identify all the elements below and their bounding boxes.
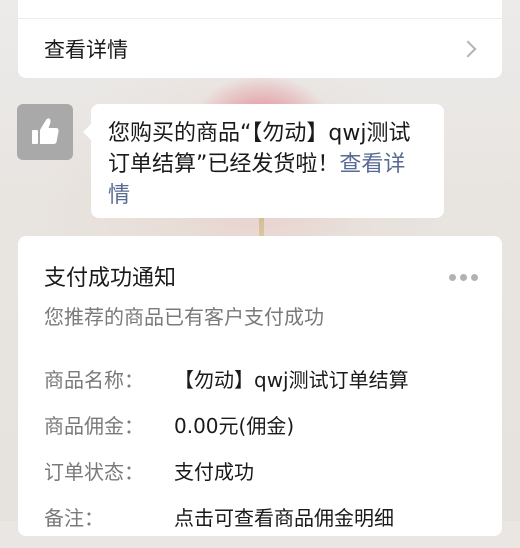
field-value: 0.00元(佣金) [174, 414, 295, 438]
dot [471, 274, 478, 281]
field-product-name: 商品名称： 【勿动】qwj测试订单结算 [44, 364, 409, 410]
notification-subtitle: 您推荐的商品已有客户支付成功 [44, 305, 324, 329]
previous-message-card: 查看详情 [18, 0, 502, 78]
field-commission: 商品佣金： 0.00元(佣金) [44, 410, 409, 456]
sender-avatar[interactable] [17, 104, 73, 160]
field-label: 备注： [44, 506, 104, 530]
view-details-row[interactable]: 查看详情 [18, 19, 502, 78]
field-order-status: 订单状态： 支付成功 [44, 456, 409, 502]
field-value: 支付成功 [174, 460, 254, 484]
field-label: 商品佣金： [44, 414, 144, 438]
more-dots-icon[interactable] [449, 274, 478, 281]
payment-notification-card[interactable]: 支付成功通知 您推荐的商品已有客户支付成功 商品名称： 【勿动】qwj测试订单结… [18, 236, 502, 536]
notification-title: 支付成功通知 [44, 266, 177, 291]
message-bubble[interactable]: 您购买的商品“【勿动】qwj测试订单结算”已经发货啦！查看详情 [83, 104, 444, 218]
notification-fields: 商品名称： 【勿动】qwj测试订单结算 商品佣金： 0.00元(佣金) 订单状态… [44, 364, 409, 548]
field-label: 订单状态： [44, 460, 144, 484]
dot [449, 274, 456, 281]
thumbs-up-icon [32, 118, 59, 144]
field-label: 商品名称： [44, 368, 144, 392]
view-details-label: 查看详情 [44, 37, 128, 62]
chevron-right-icon [459, 40, 477, 57]
field-remark: 备注： 点击可查看商品佣金明细 [44, 502, 409, 548]
field-value: 点击可查看商品佣金明细 [174, 506, 394, 530]
field-value: 【勿动】qwj测试订单结算 [174, 368, 409, 392]
dot [460, 274, 467, 281]
